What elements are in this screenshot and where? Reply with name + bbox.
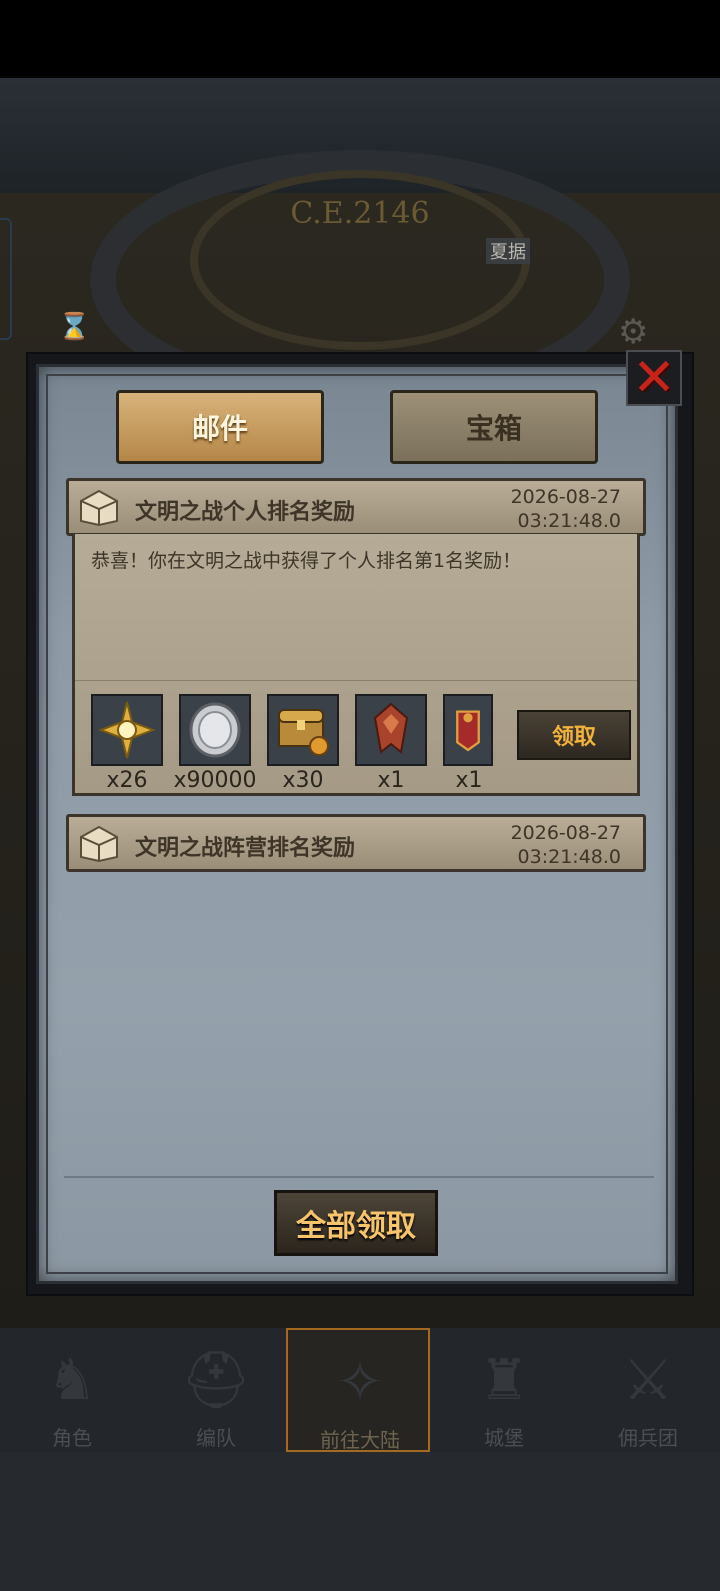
era-label: C.E.2146 (290, 196, 430, 231)
mail-box-icon (80, 489, 118, 527)
hourglass-icon: ⌛ (58, 312, 91, 342)
bottom-nav: ♞ 角色 ⛑ 编队 ✧ 前往大陆 ♜ 城堡 ⚔ 佣兵团 (0, 1328, 720, 1452)
reward-qty: x1 (377, 768, 405, 793)
mail-timestamp: 2026-08-27 03:21:48.0 (511, 821, 621, 869)
reward-qty: x26 (106, 768, 148, 793)
reward-qty: x90000 (173, 768, 257, 793)
silver-coin-icon (179, 694, 251, 766)
compass-star-icon (91, 694, 163, 766)
helmet-icon: ⛑ (180, 1348, 252, 1413)
banner-shield-icon (443, 694, 493, 766)
reward-qty: x30 (282, 768, 324, 793)
background-small-label: 夏据 (486, 238, 530, 264)
mail-time: 03:21:48.0 (517, 510, 621, 532)
treasure-chest-icon (267, 694, 339, 766)
nav-mercenary[interactable]: ⚔ 佣兵团 (576, 1328, 720, 1452)
divider (75, 680, 637, 681)
mail-item-faction-rank[interactable]: 文明之战阵营排名奖励 2026-08-27 03:21:48.0 (66, 814, 646, 872)
mercenary-icon: ⚔ (622, 1348, 674, 1413)
nav-label: 前往大陆 (320, 1428, 400, 1452)
reward-qty: x1 (455, 768, 483, 793)
mail-date: 2026-08-27 (510, 486, 621, 508)
mail-title: 文明之战个人排名奖励 (135, 500, 356, 525)
tab-mail[interactable]: 邮件 (116, 390, 324, 464)
mail-item-personal-rank[interactable]: 文明之战个人排名奖励 2026-08-27 03:21:48.0 (66, 478, 646, 536)
nav-character[interactable]: ♞ 角色 (0, 1328, 144, 1452)
mail-message: 恭喜！你在文明之战中获得了个人排名第1名奖励！ (91, 550, 522, 572)
close-button[interactable]: ✕ (626, 350, 682, 406)
mail-body: 恭喜！你在文明之战中获得了个人排名第1名奖励！ x26 x90000 x30 x… (72, 534, 640, 796)
knight-icon: ♞ (46, 1348, 98, 1413)
nav-label: 城堡 (484, 1426, 524, 1450)
nav-continent[interactable]: ✧ 前往大陆 (286, 1328, 430, 1452)
tab-chest[interactable]: 宝箱 (390, 390, 598, 464)
nav-label: 编队 (196, 1426, 236, 1450)
bottom-spacer (0, 1452, 720, 1591)
claim-button[interactable]: 领取 (517, 710, 631, 760)
nav-castle[interactable]: ♜ 城堡 (432, 1328, 576, 1452)
mail-timestamp: 2026-08-27 03:21:48.0 (511, 485, 621, 533)
divider (64, 1176, 654, 1178)
mail-title: 文明之战阵营排名奖励 (135, 836, 356, 861)
nav-label: 佣兵团 (618, 1426, 678, 1450)
status-bar (0, 0, 720, 78)
claim-all-button[interactable]: 全部领取 (274, 1190, 438, 1256)
close-icon: ✕ (632, 348, 676, 408)
compass-icon: ✧ (336, 1350, 384, 1415)
castle-icon: ♜ (478, 1348, 530, 1413)
gear-icon: ⚙ (618, 312, 649, 352)
mail-box-icon (80, 825, 118, 863)
left-edge-panel (0, 218, 12, 340)
mail-date: 2026-08-27 (510, 822, 621, 844)
mail-time: 03:21:48.0 (517, 846, 621, 868)
red-badge-icon (355, 694, 427, 766)
nav-label: 角色 (52, 1426, 92, 1450)
nav-formation[interactable]: ⛑ 编队 (144, 1328, 288, 1452)
